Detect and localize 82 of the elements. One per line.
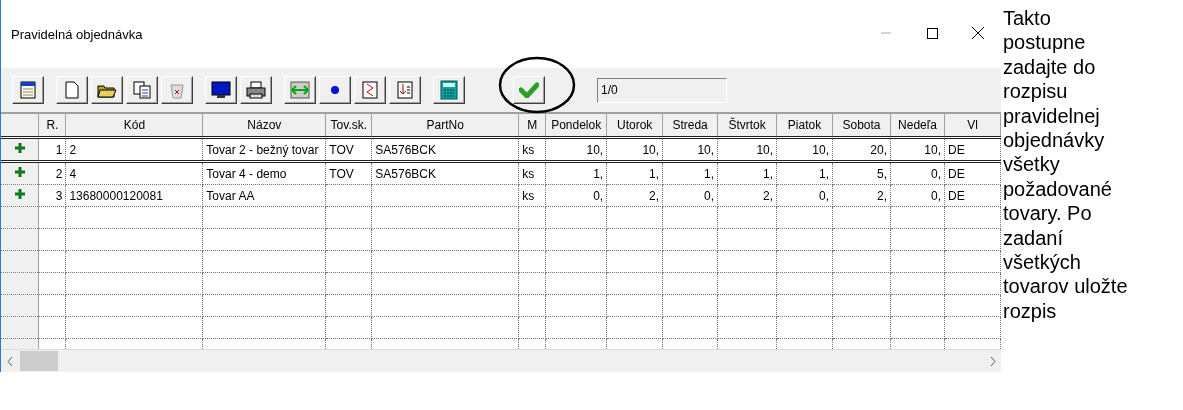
toolbar-button[interactable] <box>205 76 237 104</box>
counter-field: 1/0 <box>597 77 727 103</box>
table-cell: 5, <box>832 161 891 185</box>
table-cell: Tovar AA <box>202 184 326 207</box>
trash-icon <box>169 81 185 99</box>
toolbar-button[interactable] <box>91 76 123 104</box>
table-cell: Tovar 2 - bežný tovar <box>202 137 326 162</box>
instruction-text: Takto postupne zadajte do rozpisu pravidelnej objednávky všetky požadované tovary. Po zadaní všetkých tovarov uložte rozpis <box>1002 6 1129 324</box>
table-cell: 1 <box>38 137 66 162</box>
table-cell: 10, <box>717 137 777 162</box>
table-cell: 10, <box>545 137 607 162</box>
form-icon <box>20 81 36 99</box>
table-cell: SA576BCK <box>371 161 519 185</box>
column-header[interactable]: Názov <box>202 114 326 138</box>
folder-icon <box>97 82 117 98</box>
checkmark-icon <box>519 82 539 98</box>
plus-icon[interactable] <box>13 142 26 154</box>
plus-icon[interactable] <box>13 166 26 178</box>
toolbar-button[interactable] <box>319 76 351 104</box>
table-cell: 2, <box>832 184 891 207</box>
table-cell: 0, <box>776 184 833 207</box>
table-cell: ks <box>518 137 546 162</box>
calculator-icon <box>440 80 458 100</box>
toolbar-button[interactable] <box>389 76 421 104</box>
table-cell: 10, <box>662 137 718 162</box>
table-cell: TOV <box>325 137 372 162</box>
table-cell: 13680000120081 <box>65 184 203 207</box>
monitor-icon <box>211 81 231 99</box>
copy-icon <box>133 81 151 99</box>
close-icon <box>972 27 984 39</box>
window-title: Pravidelná objednávka <box>10 26 144 42</box>
scrollbar-thumb[interactable] <box>20 351 58 371</box>
table-cell: 10, <box>890 137 945 162</box>
table-cell: 0, <box>662 184 718 207</box>
horizontal-scrollbar[interactable] <box>1 349 1001 372</box>
table-cell: SA576BCK <box>371 137 519 162</box>
toolbar-button[interactable] <box>12 76 44 104</box>
toolbar-button[interactable] <box>161 76 193 104</box>
table-cell: 1, <box>606 161 663 185</box>
sort-icon <box>362 81 378 99</box>
table-cell: 1, <box>776 161 833 185</box>
table-cell: 0, <box>890 161 945 185</box>
column-header[interactable]: PartNo <box>371 114 519 138</box>
plus-icon[interactable] <box>13 188 26 200</box>
table-cell: 2, <box>717 184 777 207</box>
table-cell: 2, <box>606 184 663 207</box>
toolbar-button[interactable] <box>56 76 88 104</box>
column-resize-icon <box>290 81 310 99</box>
table-cell: 0, <box>890 184 945 207</box>
blank-page-icon <box>65 81 79 99</box>
table-cell: 1, <box>545 161 607 185</box>
scroll-left-icon[interactable] <box>6 356 13 366</box>
table-cell: Tovar 4 - demo <box>202 161 326 185</box>
table-cell: 2 <box>65 137 203 162</box>
table-cell: 1, <box>662 161 718 185</box>
printer-icon <box>246 81 266 99</box>
toolbar-button[interactable] <box>126 76 158 104</box>
table-cell: DE <box>944 137 1001 162</box>
minimize-icon <box>881 32 891 34</box>
maximize-icon <box>926 27 938 39</box>
table-cell: 10, <box>606 137 663 162</box>
table-cell: 2 <box>38 161 66 185</box>
table-cell: 20, <box>832 137 891 162</box>
table-cell: TOV <box>325 161 372 185</box>
table-cell: ks <box>518 161 546 185</box>
confirm-button[interactable] <box>513 76 545 104</box>
scroll-right-icon[interactable] <box>989 356 996 366</box>
table-cell: DE <box>944 161 1001 185</box>
column-header[interactable]: Kód <box>65 114 203 138</box>
dot-icon <box>330 85 340 95</box>
table-cell: 1, <box>717 161 777 185</box>
table-cell: ks <box>518 184 546 207</box>
toolbar-button[interactable] <box>433 76 465 104</box>
table-cell: 0, <box>545 184 607 207</box>
arrow-down-list-icon <box>397 81 413 99</box>
toolbar-button[interactable] <box>284 76 316 104</box>
table-cell: 10, <box>776 137 833 162</box>
table-cell: 4 <box>65 161 203 185</box>
toolbar-button[interactable] <box>240 76 272 104</box>
table-cell: DE <box>944 184 1001 207</box>
table-cell: 3 <box>38 184 66 207</box>
toolbar-button[interactable] <box>354 76 386 104</box>
